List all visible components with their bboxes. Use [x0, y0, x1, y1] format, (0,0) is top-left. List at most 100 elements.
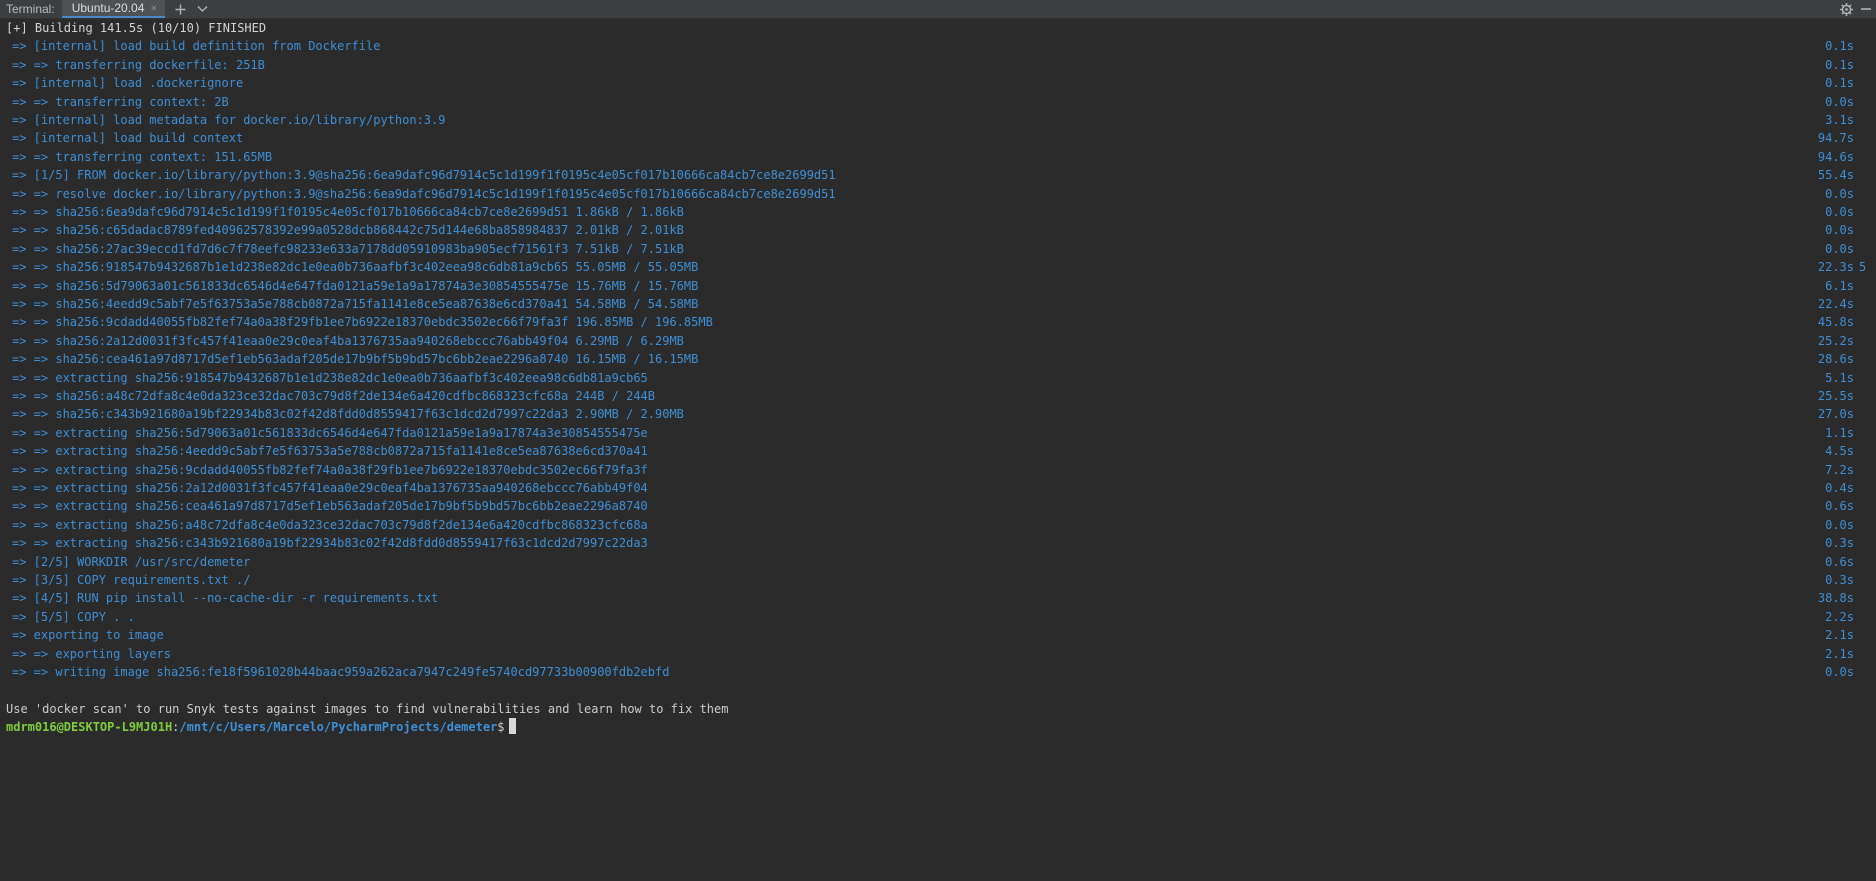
terminal-output[interactable]: [+] Building 141.5s (10/10) FINISHED => …: [0, 19, 1876, 881]
build-step-row: => => sha256:918547b9432687b1e1d238e82dc…: [0, 258, 1876, 276]
build-step-duration: 0.3s: [1825, 573, 1854, 587]
build-step-text: => [1/5] FROM docker.io/library/python:3…: [12, 168, 836, 183]
build-step-text: => => transferring context: 151.65MB: [12, 149, 273, 164]
build-step-row: => [internal] load build definition from…: [0, 37, 1876, 55]
build-step-duration: 7.2s: [1825, 462, 1854, 477]
build-step-duration: 0.0s: [1825, 205, 1854, 219]
build-step-row: => => sha256:27ac39eccd1fd7d6c7f78eefc98…: [0, 240, 1876, 258]
build-step-duration: 3.1s: [1825, 113, 1854, 127]
build-step-duration: 0.4s: [1825, 481, 1854, 495]
build-step-row: => [internal] load .dockerignore 0.1s: [0, 74, 1876, 92]
build-step-row: => => sha256:cea461a97d8717d5ef1eb563ada…: [0, 350, 1876, 368]
tab-label: Ubuntu-20.04: [71, 1, 145, 15]
build-step-row: => => sha256:4eedd9c5abf7e5f63753a5e788c…: [0, 295, 1876, 313]
build-step-text: => => sha256:c343b921680a19bf22934b83c02…: [12, 407, 684, 422]
build-step-text: => => extracting sha256:2a12d0031f3fc457…: [12, 481, 648, 495]
build-step-row: => => sha256:5d79063a01c561833dc6546d4e6…: [0, 277, 1876, 295]
build-step-text: => => transferring dockerfile: 251B: [12, 57, 265, 72]
text-cursor: [508, 718, 516, 735]
build-step-text: => => sha256:27ac39eccd1fd7d6c7f78eefc98…: [12, 241, 684, 256]
build-step-duration: 25.5s: [1817, 389, 1854, 403]
build-step-duration: 0.0s: [1825, 223, 1854, 238]
build-step-duration: 94.7s: [1817, 131, 1854, 146]
build-step-row: => exporting to image 2.1s: [0, 626, 1876, 644]
build-step-row: => [5/5] COPY . . 2.2s: [0, 608, 1876, 626]
build-step-duration: 4.5s: [1825, 444, 1854, 459]
build-step-duration: 1.1s: [1825, 425, 1854, 440]
settings-button[interactable]: [1836, 0, 1856, 18]
build-step-text: => [3/5] COPY requirements.txt ./: [12, 573, 251, 587]
build-step-row: => => resolve docker.io/library/python:3…: [0, 185, 1876, 203]
build-step-row: => [internal] load metadata for docker.i…: [0, 111, 1876, 129]
prompt-path: /mnt/c/Users/Marcelo/PycharmProjects/dem…: [179, 720, 498, 735]
build-step-duration: 38.8s: [1817, 591, 1854, 606]
build-step-text: => => sha256:cea461a97d8717d5ef1eb563ada…: [12, 352, 699, 367]
build-step-text: => [5/5] COPY . .: [12, 609, 135, 624]
build-step-row: => => extracting sha256:a48c72dfa8c4e0da…: [0, 516, 1876, 534]
build-step-text: => => sha256:5d79063a01c561833dc6546d4e6…: [12, 278, 699, 293]
prompt-user-host: mdrm016@DESKTOP-L9MJ01H: [6, 720, 173, 735]
build-step-text: => [internal] load build definition from…: [12, 39, 381, 54]
build-step-text: => [internal] load build context: [12, 131, 244, 146]
build-step-text: => [4/5] RUN pip install --no-cache-dir …: [12, 591, 439, 606]
build-step-duration: 0.0s: [1825, 665, 1854, 679]
gear-icon: [1839, 2, 1853, 16]
build-step-row: => => extracting sha256:918547b9432687b1…: [0, 369, 1876, 387]
shell-prompt: mdrm016@DESKTOP-L9MJ01H:/mnt/c/Users/Mar…: [6, 718, 516, 736]
plus-icon: [175, 4, 186, 14]
build-step-duration: 0.0s: [1825, 186, 1854, 201]
build-step-row: => => extracting sha256:4eedd9c5abf7e5f6…: [0, 442, 1876, 460]
build-step-duration: 22.4s: [1817, 297, 1854, 311]
build-step-duration: 22.3s: [1817, 260, 1854, 275]
build-step-row: => => transferring context: 2B 0.0s: [0, 93, 1876, 111]
build-step-text: => => extracting sha256:4eedd9c5abf7e5f6…: [12, 444, 648, 459]
build-step-text: => => transferring context: 2B: [12, 94, 229, 109]
build-step-text: => => exporting layers: [12, 646, 171, 661]
build-step-text: => [internal] load metadata for docker.i…: [12, 113, 446, 127]
build-step-duration: 2.2s: [1825, 609, 1854, 624]
build-step-row: => [1/5] FROM docker.io/library/python:3…: [0, 166, 1876, 184]
terminal-tool-window-header: Terminal: Ubuntu-20.04 ×: [0, 0, 1876, 19]
build-step-row: => => sha256:a48c72dfa8c4e0da323ce32dac7…: [0, 387, 1876, 405]
build-step-duration: 0.6s: [1825, 554, 1854, 569]
build-step-duration: 0.3s: [1825, 536, 1854, 551]
build-header-line: [+] Building 141.5s (10/10) FINISHED: [0, 19, 1876, 37]
build-step-duration: 0.1s: [1825, 76, 1854, 91]
tab-list-dropdown-button[interactable]: [191, 0, 213, 18]
build-step-duration: 0.0s: [1825, 94, 1854, 109]
build-step-text: => exporting to image: [12, 628, 164, 643]
build-step-row: => => extracting sha256:cea461a97d8717d5…: [0, 497, 1876, 515]
scan-hint-line: Use 'docker scan' to run Snyk tests agai…: [0, 700, 1876, 718]
new-tab-button[interactable]: [169, 0, 191, 18]
build-step-duration: 0.0s: [1825, 241, 1854, 256]
build-step-text: => => extracting sha256:c343b921680a19bf…: [12, 536, 648, 551]
build-step-row: => => sha256:9cdadd40055fb82fef74a0a38f2…: [0, 313, 1876, 331]
tab-ubuntu-20-04[interactable]: Ubuntu-20.04 ×: [61, 0, 166, 18]
build-step-text: => [internal] load .dockerignore: [12, 76, 244, 91]
build-step-text: => => sha256:2a12d0031f3fc457f41eaa0e29c…: [12, 333, 684, 348]
build-step-row: => => exporting layers 2.1s: [0, 645, 1876, 663]
build-step-duration: 2.1s: [1825, 628, 1854, 643]
build-step-text: => => resolve docker.io/library/python:3…: [12, 186, 836, 201]
shell-prompt-line[interactable]: mdrm016@DESKTOP-L9MJ01H:/mnt/c/Users/Mar…: [0, 718, 1876, 736]
build-step-row: => => transferring context: 151.65MB 94.6…: [0, 148, 1876, 166]
build-step-text: => => sha256:6ea9dafc96d7914c5c1d199f1f0…: [12, 205, 684, 219]
build-step-row: => => writing image sha256:fe18f5961020b…: [0, 663, 1876, 681]
minimize-icon: [1861, 8, 1871, 10]
close-icon[interactable]: ×: [150, 0, 157, 16]
build-step-text: => => extracting sha256:5d79063a01c56183…: [12, 425, 648, 440]
minimize-button[interactable]: [1856, 0, 1876, 18]
header-actions: [1836, 0, 1876, 18]
scan-hint-text: Use 'docker scan' to run Snyk tests agai…: [6, 701, 729, 716]
build-step-row: => => extracting sha256:5d79063a01c56183…: [0, 424, 1876, 442]
build-step-row: => => transferring dockerfile: 251B 0.1s: [0, 56, 1876, 74]
build-step-row: => => sha256:c343b921680a19bf22934b83c02…: [0, 405, 1876, 423]
build-step-duration: 5.1s: [1825, 370, 1854, 385]
build-step-duration: 0.6s: [1825, 499, 1854, 514]
build-step-row: => => sha256:6ea9dafc96d7914c5c1d199f1f0…: [0, 203, 1876, 221]
build-step-duration: 6.1s: [1825, 278, 1854, 293]
terminal-tool-label: Terminal:: [6, 2, 55, 16]
build-step-row: => [4/5] RUN pip install --no-cache-dir …: [0, 589, 1876, 607]
build-step-duration: 25.2s: [1817, 333, 1854, 348]
build-step-row: => [3/5] COPY requirements.txt ./ 0.3s: [0, 571, 1876, 589]
